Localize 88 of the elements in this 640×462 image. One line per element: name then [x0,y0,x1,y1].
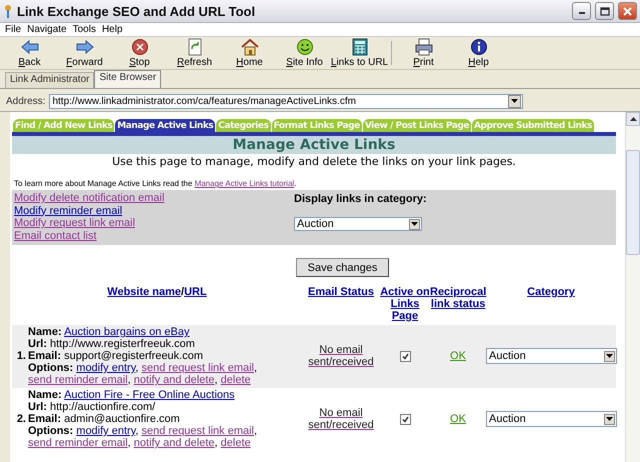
email-line: Email: support@registerfreeuk.com [28,350,204,362]
refresh-button[interactable]: Refresh [167,37,222,69]
help-button[interactable]: Help [451,37,506,69]
minimize-button[interactable] [572,2,591,20]
category-dropdown[interactable]: Auction [486,411,617,427]
menu-item[interactable]: File [2,23,24,36]
dropdown-arrow-icon [411,222,418,226]
scrollbar-thumb[interactable] [626,150,640,255]
page-heading: Manage Active Links [12,136,616,154]
option-link[interactable]: notify and delete [134,374,215,386]
site-title-link[interactable]: Auction bargains on eBay [64,326,190,338]
save-changes-button[interactable]: Save changes [296,258,389,277]
cross-circle-icon [130,38,150,56]
email-status-link[interactable]: No email sent/received [302,344,380,368]
dropdown-arrow-icon [606,354,613,358]
option-link[interactable]: delete [220,374,251,386]
maximize-button[interactable] [595,2,614,20]
home-button[interactable]: Home [222,37,277,69]
close-icon [623,6,632,16]
email-line: Email: admin@auctionfire.com [28,413,181,425]
column-header-link[interactable]: Email Status [308,286,374,298]
address-field[interactable]: http://www.linkadministrator.com/ca/features/manageActiveLinks.cfm [49,94,524,108]
category-dropdown[interactable]: Auction [486,348,617,364]
option-link[interactable]: send reminder email [28,374,128,386]
window-title: Link Exchange SEO and Add URL Tool [17,4,256,18]
right-arrow-icon [74,38,94,56]
column-header-link[interactable]: Category [527,286,575,298]
close-button[interactable] [618,2,637,20]
address-label: Address: [6,96,46,106]
sort-link[interactable]: URL [184,286,207,298]
dropdown-arrow-icon [511,99,518,103]
up-arrow-icon [630,117,636,121]
url-line: Url: http://www.registerfreeuk.com [28,338,196,350]
option-link[interactable]: send reminder email [28,437,128,449]
info-icon [468,38,488,56]
category-dropdown[interactable]: Auction [294,217,422,231]
option-link[interactable]: send request link email [142,362,254,374]
email-settings-link[interactable]: Modify delete notification email [14,192,164,204]
menu-item[interactable]: Tools [70,23,99,36]
reciprocal-status-link[interactable]: OK [450,413,466,425]
option-link[interactable]: modify entry [76,425,136,437]
option-link[interactable]: modify entry [76,362,136,374]
tab[interactable]: Link Administrator [5,72,94,88]
column-header-link[interactable]: Reciprocal link status [430,286,486,310]
options-line: Options: modify entry, send request link email, send reminder email, notify and delete, delete [28,362,258,386]
row-number: 1. [16,350,27,362]
site-title-link[interactable]: Auction Fire - Free Online Auctions [64,389,235,401]
app-icon [3,4,13,18]
tab[interactable]: Site Browser [94,70,162,88]
smiley-icon [294,38,314,56]
site-info-button[interactable]: Site Info [277,37,332,69]
house-icon [240,38,260,56]
print-button[interactable]: Print [396,37,451,69]
dropdown-arrow-icon [606,417,613,421]
column-header: Website name/URL [106,286,208,298]
left-arrow-icon [20,38,40,56]
intro-text: Use this page to manage, modify and delete the links on your link pages. [111,154,517,170]
category-label: Display links in category: [294,193,427,205]
scroll-up-button[interactable] [626,112,640,126]
calculator-icon [350,38,370,56]
name-line: Name: Auction Fire - Free Online Auctions [28,389,236,401]
menu-item[interactable]: Help [98,23,126,36]
active-checkbox[interactable] [400,414,410,424]
row-number: 2. [16,413,27,425]
name-line: Name: Auction bargains on eBay [28,326,190,338]
email-settings-link[interactable]: Modify reminder email [14,204,122,217]
column-header-link[interactable]: Active on Links Page [380,286,430,322]
back-button[interactable]: Back [2,37,57,69]
url-line: Url: http://auctionfire.com/ [28,401,156,413]
check-icon [402,416,408,422]
nav-tab[interactable]: Manage Active Links [115,119,216,132]
tutorial-link[interactable]: Manage Active Links tutorial [194,179,294,188]
email-status-link[interactable]: No email sent/received [302,407,380,431]
stop-button[interactable]: Stop [112,37,167,69]
active-checkbox[interactable] [400,350,410,362]
links-to-url-button[interactable]: Links to URL [332,37,387,69]
option-link[interactable]: send request link email [142,425,254,437]
option-link[interactable]: notify and delete [134,437,215,449]
maximize-icon [600,6,610,16]
menu-item[interactable]: Navigate [24,23,70,36]
forward-button[interactable]: Forward [57,37,112,69]
email-settings-link[interactable]: Modify request link email [14,217,136,230]
check-icon [402,352,408,360]
sort-link[interactable]: Website name [107,286,182,298]
option-link[interactable]: delete [220,437,251,449]
learn-more-text: To learn more about Manage Active Links read the Manage Active Links tutorial. [13,179,298,190]
email-settings-link[interactable]: Email contact list [14,230,97,242]
options-line: Options: modify entry, send request link email, send reminder email, notify and delete, delete [28,425,258,449]
